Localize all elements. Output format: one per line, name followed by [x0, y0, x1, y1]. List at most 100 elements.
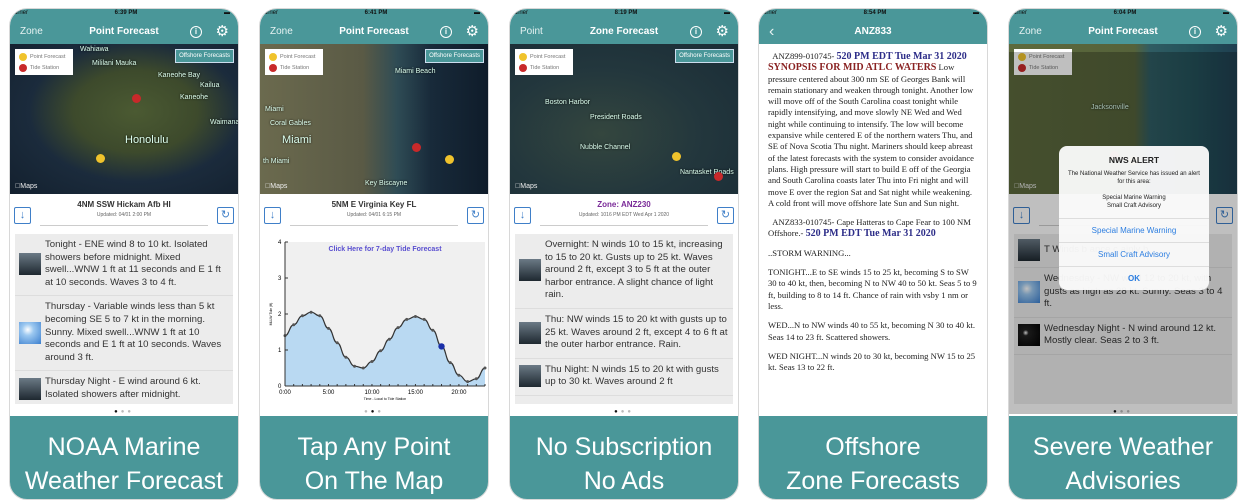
map-view[interactable]: Boston Harbor President Roads Nubble Chann… — [510, 44, 738, 194]
nav-title: Zone Forecast — [589, 26, 659, 37]
red-dot-icon — [519, 63, 527, 72]
alert-list: Special Marine Warning Small Craft Advis… — [1102, 195, 1166, 209]
yellow-dot-icon — [269, 52, 277, 61]
tide-point — [335, 341, 339, 345]
alert-button[interactable]: Small Craft Advisory — [1059, 242, 1209, 266]
caption-line: On The Map — [304, 467, 444, 495]
gear-icon[interactable]: ⚙ — [466, 24, 479, 39]
tide-forecast-link[interactable]: Click Here for 7-day Tide Forecast — [328, 246, 442, 253]
nav-left-button[interactable]: Zone — [20, 26, 43, 37]
forecast-list[interactable]: Tonight - ENE wind 8 to 10 kt. Isolated … — [15, 234, 233, 404]
caption-line: Tap Any Point — [297, 433, 451, 461]
tide-station-pin[interactable] — [132, 94, 141, 103]
x-tick-label: 20:00 — [451, 390, 467, 396]
x-tick-label: 5:00 — [323, 390, 335, 396]
refresh-icon[interactable]: ↻ — [717, 207, 734, 224]
nav-bar: Point Zone Forecast i ⚙ — [510, 19, 738, 44]
gear-icon[interactable]: ⚙ — [1215, 24, 1228, 39]
carrier-label: arrier — [514, 10, 529, 16]
map-label: th Miami — [263, 158, 290, 165]
synopsis-text: Low pressure centered about 300 nm SE of… — [768, 62, 974, 208]
nav-bar: Zone Point Forecast i ⚙ — [10, 19, 238, 44]
red-dot-icon — [269, 63, 277, 72]
yellow-dot-icon — [19, 52, 27, 61]
forecast-list[interactable]: Overnight: N winds 10 to 15 kt, increasi… — [515, 234, 733, 404]
offshore-forecasts-button[interactable]: Offshore Forecasts — [425, 49, 484, 63]
carrier-label: arrier — [14, 10, 29, 16]
apple-maps-logo: Maps — [15, 183, 37, 190]
list-item[interactable]: Thursday - Variable winds less than 5 kt… — [15, 296, 233, 372]
phone-screen-1: arrier 6:39 PM ▬ Zone Point Forecast i ⚙ Wahia… — [9, 8, 239, 500]
caption-line: NOAA Marine — [47, 433, 201, 461]
map-label: Kaneohe Bay — [158, 72, 201, 79]
nav-left-button[interactable]: Zone — [270, 26, 293, 37]
caption-line: No Ads — [583, 467, 665, 495]
info-icon[interactable]: i — [440, 25, 452, 38]
tide-chart[interactable]: 012340:00 5:00 10:00 15:00 20:00Time - Local… — [260, 234, 489, 404]
map-view[interactable]: Miami Beach Miami Coral Gables Miami th Miam… — [260, 44, 488, 194]
tide-point — [353, 364, 357, 368]
list-item[interactable]: Thu: NW winds 15 to 20 kt with gusts up … — [515, 309, 733, 359]
gear-icon[interactable]: ⚙ — [716, 24, 729, 39]
nav-title: Point Forecast — [1088, 26, 1158, 37]
offshore-forecasts-button[interactable]: Offshore Forecasts — [175, 49, 234, 63]
info-icon[interactable]: i — [1189, 25, 1201, 38]
gear-icon[interactable]: ⚙ — [216, 24, 229, 39]
alert-button[interactable]: OK — [1059, 266, 1209, 290]
info-icon[interactable]: i — [690, 25, 702, 38]
clock: 6:04 PM — [1113, 10, 1137, 16]
nav-bar: ‹ ANZ833 — [759, 19, 987, 44]
offshore-forecasts-button[interactable]: Offshore Forecasts — [675, 49, 734, 63]
list-item[interactable]: Thursday Night - E wind around 6 kt. Iso… — [15, 371, 233, 404]
tide-point — [405, 317, 409, 321]
status-bar: arrier 8:54 PM ▬ — [759, 9, 987, 19]
tide-point — [466, 380, 470, 384]
tide-station-pin[interactable] — [714, 172, 723, 181]
clock: 6:39 PM — [114, 10, 138, 16]
point-forecast-pin[interactable] — [445, 155, 454, 164]
map-label: Kaneohe — [180, 94, 209, 101]
download-arrow-icon[interactable]: ↓ — [14, 207, 31, 224]
y-tick-label: 1 — [278, 348, 282, 354]
location-header: 5NM E Virginia Key FL Updated: 04/01 6:15… — [290, 194, 458, 226]
point-forecast-pin[interactable] — [96, 154, 105, 163]
legend-tide: Tide Station — [30, 64, 60, 71]
nav-left-button[interactable]: Point — [520, 26, 543, 37]
refresh-icon[interactable]: ↻ — [467, 207, 484, 224]
location-name: 5NM E Virginia Key FL — [331, 200, 417, 209]
page-indicator[interactable]: ●●● — [260, 409, 488, 415]
phone-screen-3: arrier 8:19 PM ▬ Point Zone Forecast i ⚙ Bosto… — [509, 8, 739, 500]
tide-station-pin[interactable] — [412, 143, 421, 152]
refresh-icon[interactable]: ↻ — [217, 207, 234, 224]
sunny-icon — [19, 321, 41, 344]
forecast-wed: WED...N to NW winds 40 to 55 kt, becomin… — [768, 320, 976, 342]
nav-bar: Zone Point Forecast i ⚙ — [260, 19, 488, 44]
page-indicator[interactable]: ●●● — [510, 409, 738, 415]
page-indicator[interactable]: ●●● — [10, 409, 238, 415]
caption-line: Advisories — [1065, 467, 1181, 495]
download-arrow-icon[interactable]: ↓ — [264, 207, 281, 224]
nws-alert-dialog: NWS ALERT The National Weather Service ha… — [1059, 146, 1209, 290]
warning-heading: ..STORM WARNING... — [768, 247, 851, 258]
alert-button[interactable]: Special Marine Warning — [1059, 218, 1209, 242]
carrier-label: arrier — [264, 10, 279, 16]
map-view[interactable]: Wahiawa Mililani Mauka Kaneohe Bay Kailua Ka… — [10, 44, 238, 194]
caption-line: No Subscription — [535, 433, 713, 461]
list-item[interactable]: Overnight: N winds 10 to 15 kt, increasi… — [515, 234, 733, 309]
nav-left-button[interactable]: Zone — [1019, 26, 1042, 37]
legend-point: Point Forecast — [280, 53, 316, 60]
list-item[interactable]: Tonight - ENE wind 8 to 10 kt. Isolated … — [15, 234, 233, 297]
download-arrow-icon[interactable]: ↓ — [514, 207, 531, 224]
rain-icon — [519, 259, 541, 282]
tide-point — [448, 361, 452, 365]
caption-line: Zone Forecasts — [786, 467, 960, 495]
list-item[interactable]: Thu Night: N winds 15 to 20 kt with gust… — [515, 359, 733, 396]
status-bar: arrier 6:41 PM ▬ — [260, 9, 488, 19]
nav-title: Point Forecast — [89, 26, 159, 37]
yellow-dot-icon — [519, 52, 527, 61]
info-icon[interactable]: i — [190, 25, 202, 38]
point-forecast-pin[interactable] — [672, 152, 681, 161]
apple-maps-logo: Maps — [265, 183, 287, 190]
back-chevron-icon[interactable]: ‹ — [769, 23, 774, 41]
tide-point — [292, 323, 296, 327]
